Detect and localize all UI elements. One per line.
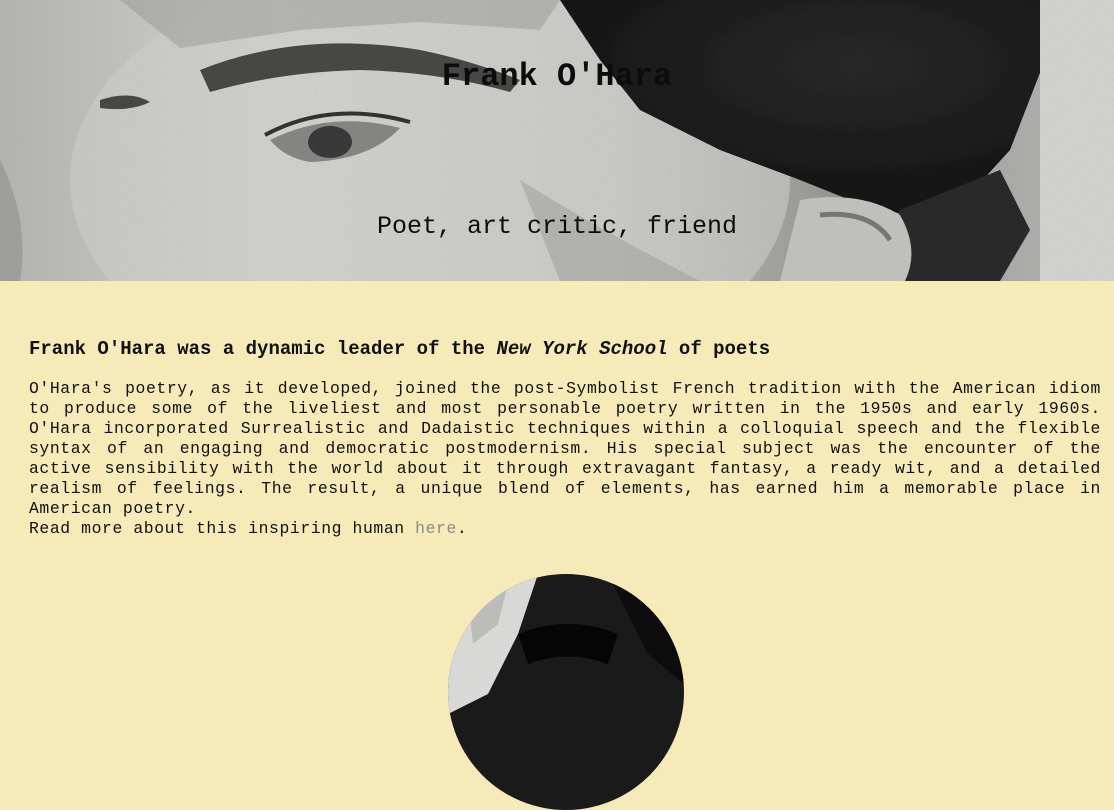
read-more-period: . [456,519,468,538]
read-more-line: Read more about this inspiring human her… [29,519,1101,539]
portrait-photo [448,574,684,810]
article-heading-emphasis: New York School [496,338,668,360]
portrait-icon [448,574,684,810]
article-heading-part1: Frank O'Hara was a dynamic leader of the [29,338,497,360]
article: Frank O'Hara was a dynamic leader of the… [0,281,1114,539]
hero-banner: Frank O'Hara Poet, art critic, friend [0,0,1114,281]
article-heading-part2: of poets [667,338,771,360]
read-more-text: Read more about this inspiring human [29,519,416,538]
page-subtitle: Poet, art critic, friend [376,212,738,241]
read-more-link[interactable]: here [415,519,457,538]
article-heading: Frank O'Hara was a dynamic leader of the… [29,338,1101,360]
page-title: Frank O'Hara [441,58,673,95]
article-body: O'Hara's poetry, as it developed, joined… [29,379,1101,518]
